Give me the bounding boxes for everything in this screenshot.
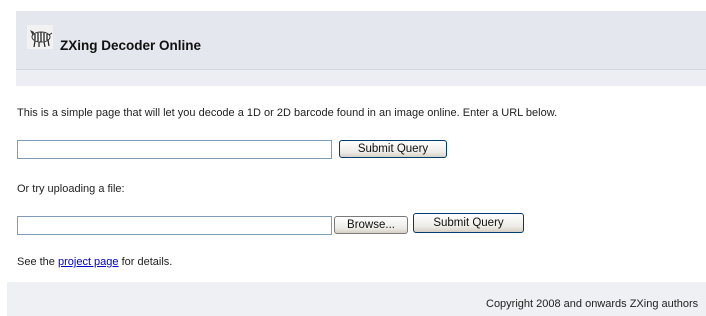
zebra-logo-icon	[27, 25, 53, 49]
page-title: ZXing Decoder Online	[60, 38, 202, 53]
details-prefix: See the	[17, 256, 58, 268]
browse-button[interactable]: Browse...	[334, 216, 408, 234]
upload-prompt: Or try uploading a file:	[17, 183, 125, 195]
file-path-field[interactable]	[17, 216, 332, 235]
url-submit-button[interactable]: Submit Query	[339, 140, 447, 158]
intro-text: This is a simple page that will let you …	[17, 107, 558, 119]
copyright-text: Copyright 2008 and onwards ZXing authors	[486, 298, 699, 310]
details-suffix: for details.	[118, 256, 173, 268]
url-input[interactable]	[17, 140, 332, 159]
header-subbar	[16, 70, 706, 86]
file-submit-button[interactable]: Submit Query	[413, 213, 524, 233]
project-page-link[interactable]: project page	[58, 256, 119, 268]
page-header: ZXing Decoder Online	[16, 11, 706, 70]
details-text: See the project page for details.	[17, 256, 172, 268]
